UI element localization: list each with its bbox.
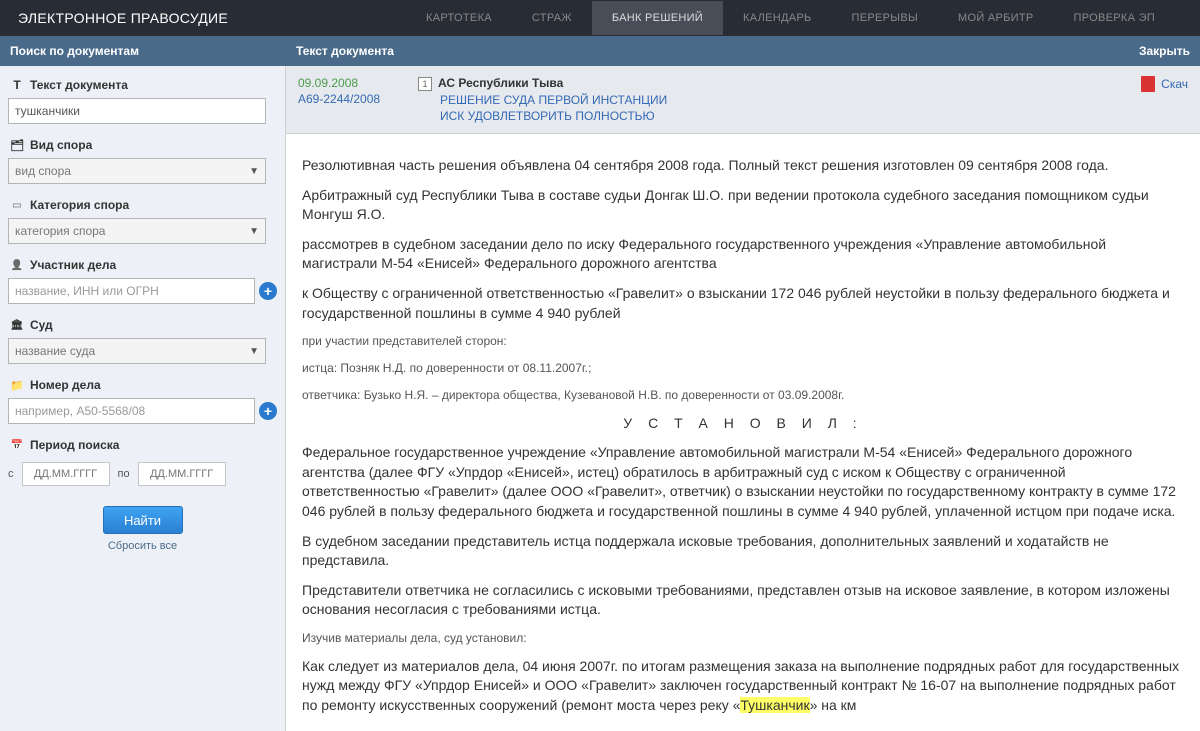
add-case-button[interactable]: + bbox=[259, 402, 277, 420]
court-select-value: название суда bbox=[15, 344, 95, 358]
court-select[interactable]: название суда ▼ bbox=[8, 338, 266, 364]
doc-p3: к Обществу с ограниченной ответственност… bbox=[302, 284, 1184, 323]
type-icon bbox=[10, 138, 24, 152]
doc-p5: истца: Позняк Н.Д. по доверенности от 08… bbox=[302, 360, 1184, 377]
find-button[interactable]: Найти bbox=[103, 506, 183, 534]
period-from-label: с bbox=[8, 468, 14, 480]
nav-bank[interactable]: БАНК РЕШЕНИЙ bbox=[592, 1, 723, 35]
doc-p8: Федеральное государственное учреждение «… bbox=[302, 443, 1184, 521]
period-icon bbox=[10, 438, 24, 452]
court-name: АС Республики Тыва bbox=[438, 76, 563, 90]
type-select-value: вид спора bbox=[15, 164, 71, 178]
doc-case-number[interactable]: А69-2244/2008 bbox=[298, 92, 418, 106]
text-icon bbox=[10, 78, 24, 92]
party-icon bbox=[10, 258, 24, 272]
doc-p2: рассмотрев в судебном заседании дело по … bbox=[302, 235, 1184, 274]
party-label: Участник дела bbox=[30, 258, 116, 272]
case-label: Номер дела bbox=[30, 378, 101, 392]
nav-check-ep[interactable]: ПРОВЕРКА ЭП bbox=[1054, 1, 1175, 35]
add-party-button[interactable]: + bbox=[259, 282, 277, 300]
chevron-down-icon: ▼ bbox=[249, 166, 259, 177]
doc-p0: Резолютивная часть решения объявлена 04 … bbox=[302, 156, 1184, 176]
court-icon bbox=[10, 318, 24, 332]
doc-p1: Арбитражный суд Республики Тыва в состав… bbox=[302, 186, 1184, 225]
search-sidebar: Текст документа Вид спора вид спора ▼ Ка… bbox=[0, 66, 286, 731]
case-input[interactable] bbox=[8, 398, 255, 424]
period-label: Период поиска bbox=[30, 438, 119, 452]
download-link[interactable]: Скач bbox=[1161, 77, 1188, 91]
period-from-input[interactable] bbox=[22, 462, 110, 486]
category-select[interactable]: категория спора ▼ bbox=[8, 218, 266, 244]
period-to-label: по bbox=[118, 468, 130, 480]
content-title: Текст документа bbox=[286, 44, 1139, 58]
type-label: Вид спора bbox=[30, 138, 92, 152]
pdf-icon[interactable] bbox=[1141, 76, 1155, 92]
category-label: Категория спора bbox=[30, 198, 129, 212]
chevron-down-icon: ▼ bbox=[249, 346, 259, 357]
reset-link[interactable]: Сбросить все bbox=[8, 540, 277, 552]
category-select-value: категория спора bbox=[15, 224, 105, 238]
doc-p12: Как следует из материалов дела, 04 июня … bbox=[302, 657, 1184, 716]
doc-heading-established: У С Т А Н О В И Л : bbox=[302, 414, 1184, 434]
instance-badge: 1 bbox=[418, 77, 432, 91]
doc-header: 09.09.2008 А69-2244/2008 1 АС Республики … bbox=[286, 66, 1200, 134]
site-logo: ЭЛЕКТРОННОЕ ПРАВОСУДИЕ bbox=[0, 10, 246, 26]
case-icon bbox=[10, 378, 24, 392]
doc-p9: В судебном заседании представитель истца… bbox=[302, 532, 1184, 571]
nav-kartoteka[interactable]: КАРТОТЕКА bbox=[406, 1, 512, 35]
nav-calendar[interactable]: КАЛЕНДАРЬ bbox=[723, 1, 832, 35]
text-input[interactable] bbox=[8, 98, 266, 124]
close-link[interactable]: Закрыть bbox=[1139, 44, 1200, 58]
party-input[interactable] bbox=[8, 278, 255, 304]
highlight-match: Тушканчик bbox=[740, 697, 809, 713]
top-nav: КАРТОТЕКА СТРАЖ БАНК РЕШЕНИЙ КАЛЕНДАРЬ П… bbox=[406, 1, 1175, 35]
sidebar-title: Поиск по документам bbox=[0, 44, 286, 58]
doc-p11: Изучив материалы дела, суд установил: bbox=[302, 630, 1184, 647]
nav-strazh[interactable]: СТРАЖ bbox=[512, 1, 592, 35]
text-label: Текст документа bbox=[30, 78, 128, 92]
doc-result-link[interactable]: ИСК УДОВЛЕТВОРИТЬ ПОЛНОСТЬЮ bbox=[440, 109, 1141, 123]
court-label: Суд bbox=[30, 318, 53, 332]
doc-date: 09.09.2008 bbox=[298, 76, 418, 90]
doc-p4: при участии представителей сторон: bbox=[302, 333, 1184, 350]
nav-breaks[interactable]: ПЕРЕРЫВЫ bbox=[832, 1, 938, 35]
doc-p6: ответчика: Бузько Н.Я. – директора общес… bbox=[302, 387, 1184, 404]
doc-body: Резолютивная часть решения объявлена 04 … bbox=[286, 134, 1200, 731]
period-to-input[interactable] bbox=[138, 462, 226, 486]
nav-my-arbiter[interactable]: МОЙ АРБИТР bbox=[938, 1, 1054, 35]
doc-p10: Представители ответчика не согласились с… bbox=[302, 581, 1184, 620]
doc-type-link[interactable]: РЕШЕНИЕ СУДА ПЕРВОЙ ИНСТАНЦИИ bbox=[440, 93, 1141, 107]
type-select[interactable]: вид спора ▼ bbox=[8, 158, 266, 184]
chevron-down-icon: ▼ bbox=[249, 226, 259, 237]
document-content: 09.09.2008 А69-2244/2008 1 АС Республики … bbox=[286, 66, 1200, 731]
category-icon bbox=[10, 198, 24, 212]
